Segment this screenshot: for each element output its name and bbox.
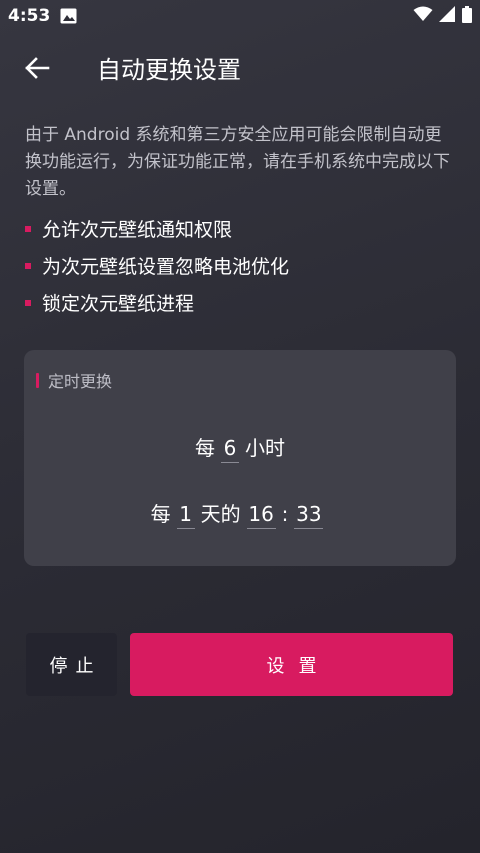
daily-unit: 天的 xyxy=(200,502,241,526)
daily-row: 每 1 天的 16 : 33 xyxy=(24,498,456,529)
interval-prefix: 每 xyxy=(195,436,215,460)
back-button[interactable] xyxy=(18,52,56,88)
time-separator: : xyxy=(281,502,289,526)
list-item: 锁定次元壁纸进程 xyxy=(25,284,455,321)
timer-card: 定时更换 每 6 小时 每 1 天的 16 : 33 xyxy=(24,350,456,566)
status-time: 4:53 xyxy=(8,6,51,26)
bullet-text: 锁定次元壁纸进程 xyxy=(42,293,195,315)
bullet-text: 为次元壁纸设置忽略电池优化 xyxy=(42,256,290,278)
card-header: 定时更换 xyxy=(36,368,112,392)
app-bar: 自动更换设置 xyxy=(0,40,480,100)
card-title: 定时更换 xyxy=(48,372,113,391)
cellular-signal-icon xyxy=(439,6,456,26)
stop-button[interactable]: 停止 xyxy=(26,633,117,696)
bullet-marker xyxy=(25,299,31,306)
interval-hours-input[interactable]: 6 xyxy=(221,436,239,463)
daily-minute-input[interactable]: 33 xyxy=(294,502,324,529)
photo-notification-icon xyxy=(60,8,77,24)
list-item: 允许次元壁纸通知权限 xyxy=(25,210,455,247)
interval-unit: 小时 xyxy=(245,436,285,460)
page-title: 自动更换设置 xyxy=(97,56,241,84)
interval-row: 每 6 小时 xyxy=(24,432,456,463)
battery-icon xyxy=(462,5,472,27)
status-icons xyxy=(413,5,472,27)
requirement-list: 允许次元壁纸通知权限 为次元壁纸设置忽略电池优化 锁定次元壁纸进程 xyxy=(25,210,455,321)
daily-hour-input[interactable]: 16 xyxy=(246,502,276,529)
arrow-left-icon xyxy=(24,56,50,84)
list-item: 为次元壁纸设置忽略电池优化 xyxy=(25,247,455,284)
bullet-marker xyxy=(25,225,31,232)
status-bar: 4:53 xyxy=(0,0,480,34)
bullet-text: 允许次元壁纸通知权限 xyxy=(42,219,233,241)
set-button[interactable]: 设置 xyxy=(130,633,453,696)
daily-prefix: 每 xyxy=(150,502,171,526)
daily-days-input[interactable]: 1 xyxy=(176,502,195,529)
card-accent-bar xyxy=(36,372,39,388)
wifi-icon xyxy=(413,6,433,26)
bullet-marker xyxy=(25,262,31,269)
description-text: 由于 Android 系统和第三方安全应用可能会限制自动更换功能运行，为保证功能… xyxy=(25,125,450,199)
